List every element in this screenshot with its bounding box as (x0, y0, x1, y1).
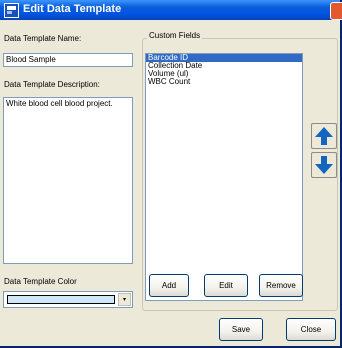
remove-button[interactable]: Remove (259, 274, 303, 297)
list-item[interactable]: Barcode ID (146, 54, 302, 62)
save-button[interactable]: Save (219, 318, 263, 341)
list-item[interactable]: WBC Count (146, 78, 302, 86)
template-description-textarea[interactable]: White blood cell blood project. (3, 97, 133, 264)
template-description-label: Data Template Description: (4, 80, 100, 89)
app-icon (4, 3, 19, 18)
color-swatch (7, 295, 115, 304)
close-button[interactable]: Close (286, 318, 336, 341)
template-name-label: Data Template Name: (4, 34, 82, 43)
close-icon[interactable] (330, 2, 342, 20)
add-button[interactable]: Add (149, 274, 189, 297)
title-bar[interactable]: Edit Data Template (0, 0, 342, 20)
move-up-button[interactable] (311, 123, 337, 149)
template-color-label: Data Template Color (4, 277, 77, 286)
edit-button[interactable]: Edit (204, 274, 248, 297)
window-title: Edit Data Template (23, 3, 122, 15)
up-arrow-icon (315, 127, 333, 145)
down-arrow-icon (315, 156, 333, 174)
list-item[interactable]: Volume (ul) (146, 70, 302, 78)
custom-fields-list[interactable]: Barcode ID Collection Date Volume (ul) W… (145, 53, 303, 301)
template-color-picker[interactable]: ▾ (3, 291, 133, 308)
edit-data-template-dialog: Edit Data Template Data Template Name: B… (0, 0, 342, 348)
list-item[interactable]: Collection Date (146, 62, 302, 70)
template-name-input[interactable]: Blood Sample (3, 53, 133, 67)
custom-fields-label: Custom Fields (147, 31, 203, 40)
move-down-button[interactable] (311, 152, 337, 178)
chevron-down-icon[interactable]: ▾ (118, 293, 131, 306)
